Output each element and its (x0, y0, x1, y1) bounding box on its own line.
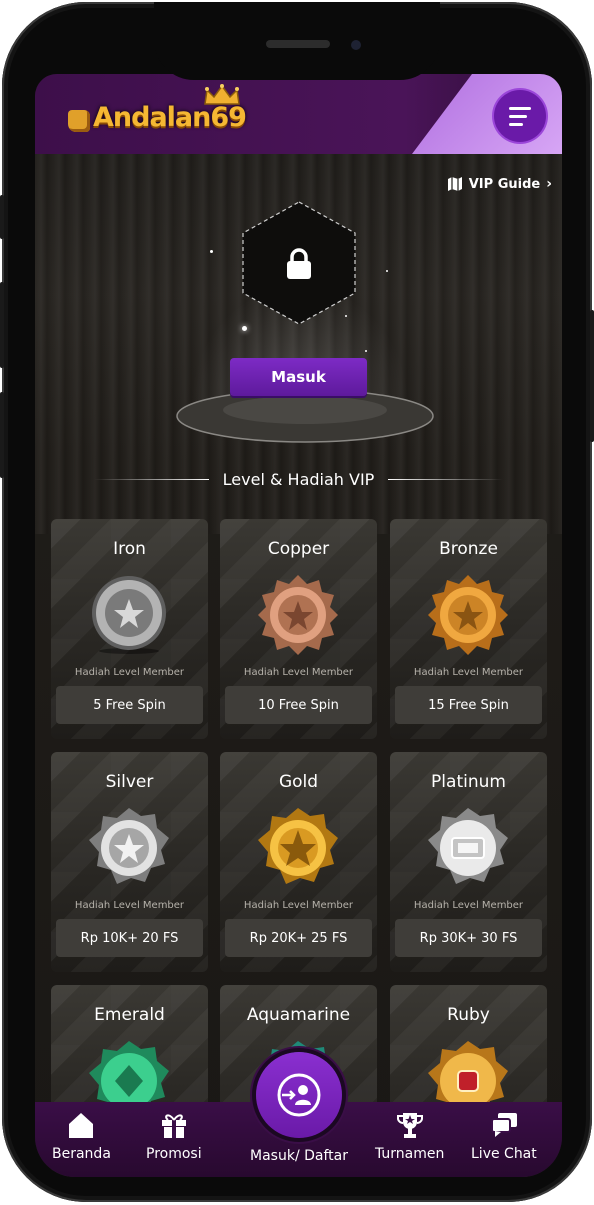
hamburger-menu-icon[interactable] (494, 90, 546, 142)
level-card-iron[interactable]: Iron Hadiah Level Member 5 Free Spin (51, 519, 208, 739)
iron-medal-icon (92, 576, 166, 654)
sparkle (365, 350, 367, 352)
nav-live-chat[interactable]: Live Chat (471, 1110, 537, 1162)
divider (93, 479, 209, 480)
brand-logo[interactable]: Andalan69 (93, 102, 247, 133)
level-name: Copper (267, 539, 330, 559)
sparkle (345, 315, 347, 317)
vip-guide-label: VIP Guide (468, 176, 541, 192)
nav-tournament[interactable]: Turnamen (375, 1110, 444, 1162)
reward-caption: Hadiah Level Member (74, 900, 185, 911)
reward-value: Rp 30K+ 30 FS (395, 919, 542, 957)
level-card-copper[interactable]: Copper Hadiah Level Member 10 Free Spin (220, 519, 377, 739)
reward-value: Rp 20K+ 25 FS (225, 919, 372, 957)
level-card-silver[interactable]: Silver Hadiah Level Member Rp 10K+ 20 FS (51, 752, 208, 972)
chevron-right-icon: › (546, 176, 552, 192)
nav-tournament-label: Turnamen (375, 1146, 445, 1162)
map-icon (447, 177, 462, 191)
sparkle (386, 270, 388, 272)
login-button[interactable]: Masuk (230, 358, 367, 396)
nav-promo-label: Promosi (146, 1146, 202, 1162)
fist-icon (68, 110, 90, 132)
app-screen: Andalan69 VIP Guide › Masuk Level & Hadi… (35, 74, 562, 1177)
lock-icon (287, 248, 311, 279)
login-register-button[interactable] (256, 1052, 342, 1138)
level-name: Emerald (94, 1005, 165, 1025)
reward-value: 10 Free Spin (225, 686, 372, 724)
level-name: Bronze (439, 539, 498, 559)
reward-value: 15 Free Spin (395, 686, 542, 724)
trophy-icon (396, 1113, 423, 1138)
level-name: Platinum (431, 772, 506, 792)
gold-medal-icon (258, 808, 338, 884)
level-name: Iron (113, 539, 146, 559)
reward-caption: Hadiah Level Member (74, 667, 185, 678)
section-header: Level & Hadiah VIP (35, 470, 562, 489)
phone-speaker (266, 40, 330, 48)
nav-login-label: Masuk/ Daftar (250, 1148, 348, 1164)
reward-caption: Hadiah Level Member (413, 667, 524, 678)
phone-side-button (590, 310, 594, 442)
level-name: Gold (278, 772, 319, 792)
phone-side-button (0, 195, 4, 239)
level-name: Aquamarine (246, 1005, 351, 1025)
nav-promo[interactable]: Promosi (146, 1110, 202, 1162)
copper-medal-icon (258, 575, 338, 655)
reward-caption: Hadiah Level Member (413, 900, 524, 911)
phone-side-button (0, 282, 4, 368)
reward-caption: Hadiah Level Member (243, 667, 354, 678)
level-card-bronze[interactable]: Bronze Hadiah Level Member 15 Free Spin (390, 519, 547, 739)
app-header: Andalan69 (35, 74, 562, 154)
divider (388, 479, 504, 480)
level-card-gold[interactable]: Gold Hadiah Level Member Rp 20K+ 25 FS (220, 752, 377, 972)
level-name: Silver (105, 772, 154, 792)
section-title: Level & Hadiah VIP (222, 470, 375, 489)
reward-caption: Hadiah Level Member (243, 900, 354, 911)
nav-live-chat-label: Live Chat (471, 1146, 537, 1162)
gift-icon (161, 1114, 186, 1138)
nav-home[interactable]: Beranda (52, 1110, 111, 1162)
platinum-medal-icon (428, 808, 508, 884)
silver-medal-icon (89, 808, 169, 884)
crown-icon (204, 84, 240, 105)
sparkle (242, 326, 247, 331)
vip-guide-link[interactable]: VIP Guide › (447, 176, 552, 192)
sparkle (210, 250, 213, 253)
chat-icon (490, 1113, 517, 1137)
reward-value: Rp 10K+ 20 FS (56, 919, 203, 957)
level-card-platinum[interactable]: Platinum Hadiah Level Member Rp 30K+ 30 … (390, 752, 547, 972)
reward-value: 5 Free Spin (56, 686, 203, 724)
nav-home-label: Beranda (52, 1146, 111, 1162)
phone-camera (351, 40, 361, 50)
phone-side-button (0, 392, 4, 478)
level-name: Ruby (447, 1005, 490, 1025)
login-user-icon (277, 1073, 321, 1117)
bronze-medal-icon (428, 575, 508, 655)
home-icon (69, 1113, 94, 1138)
